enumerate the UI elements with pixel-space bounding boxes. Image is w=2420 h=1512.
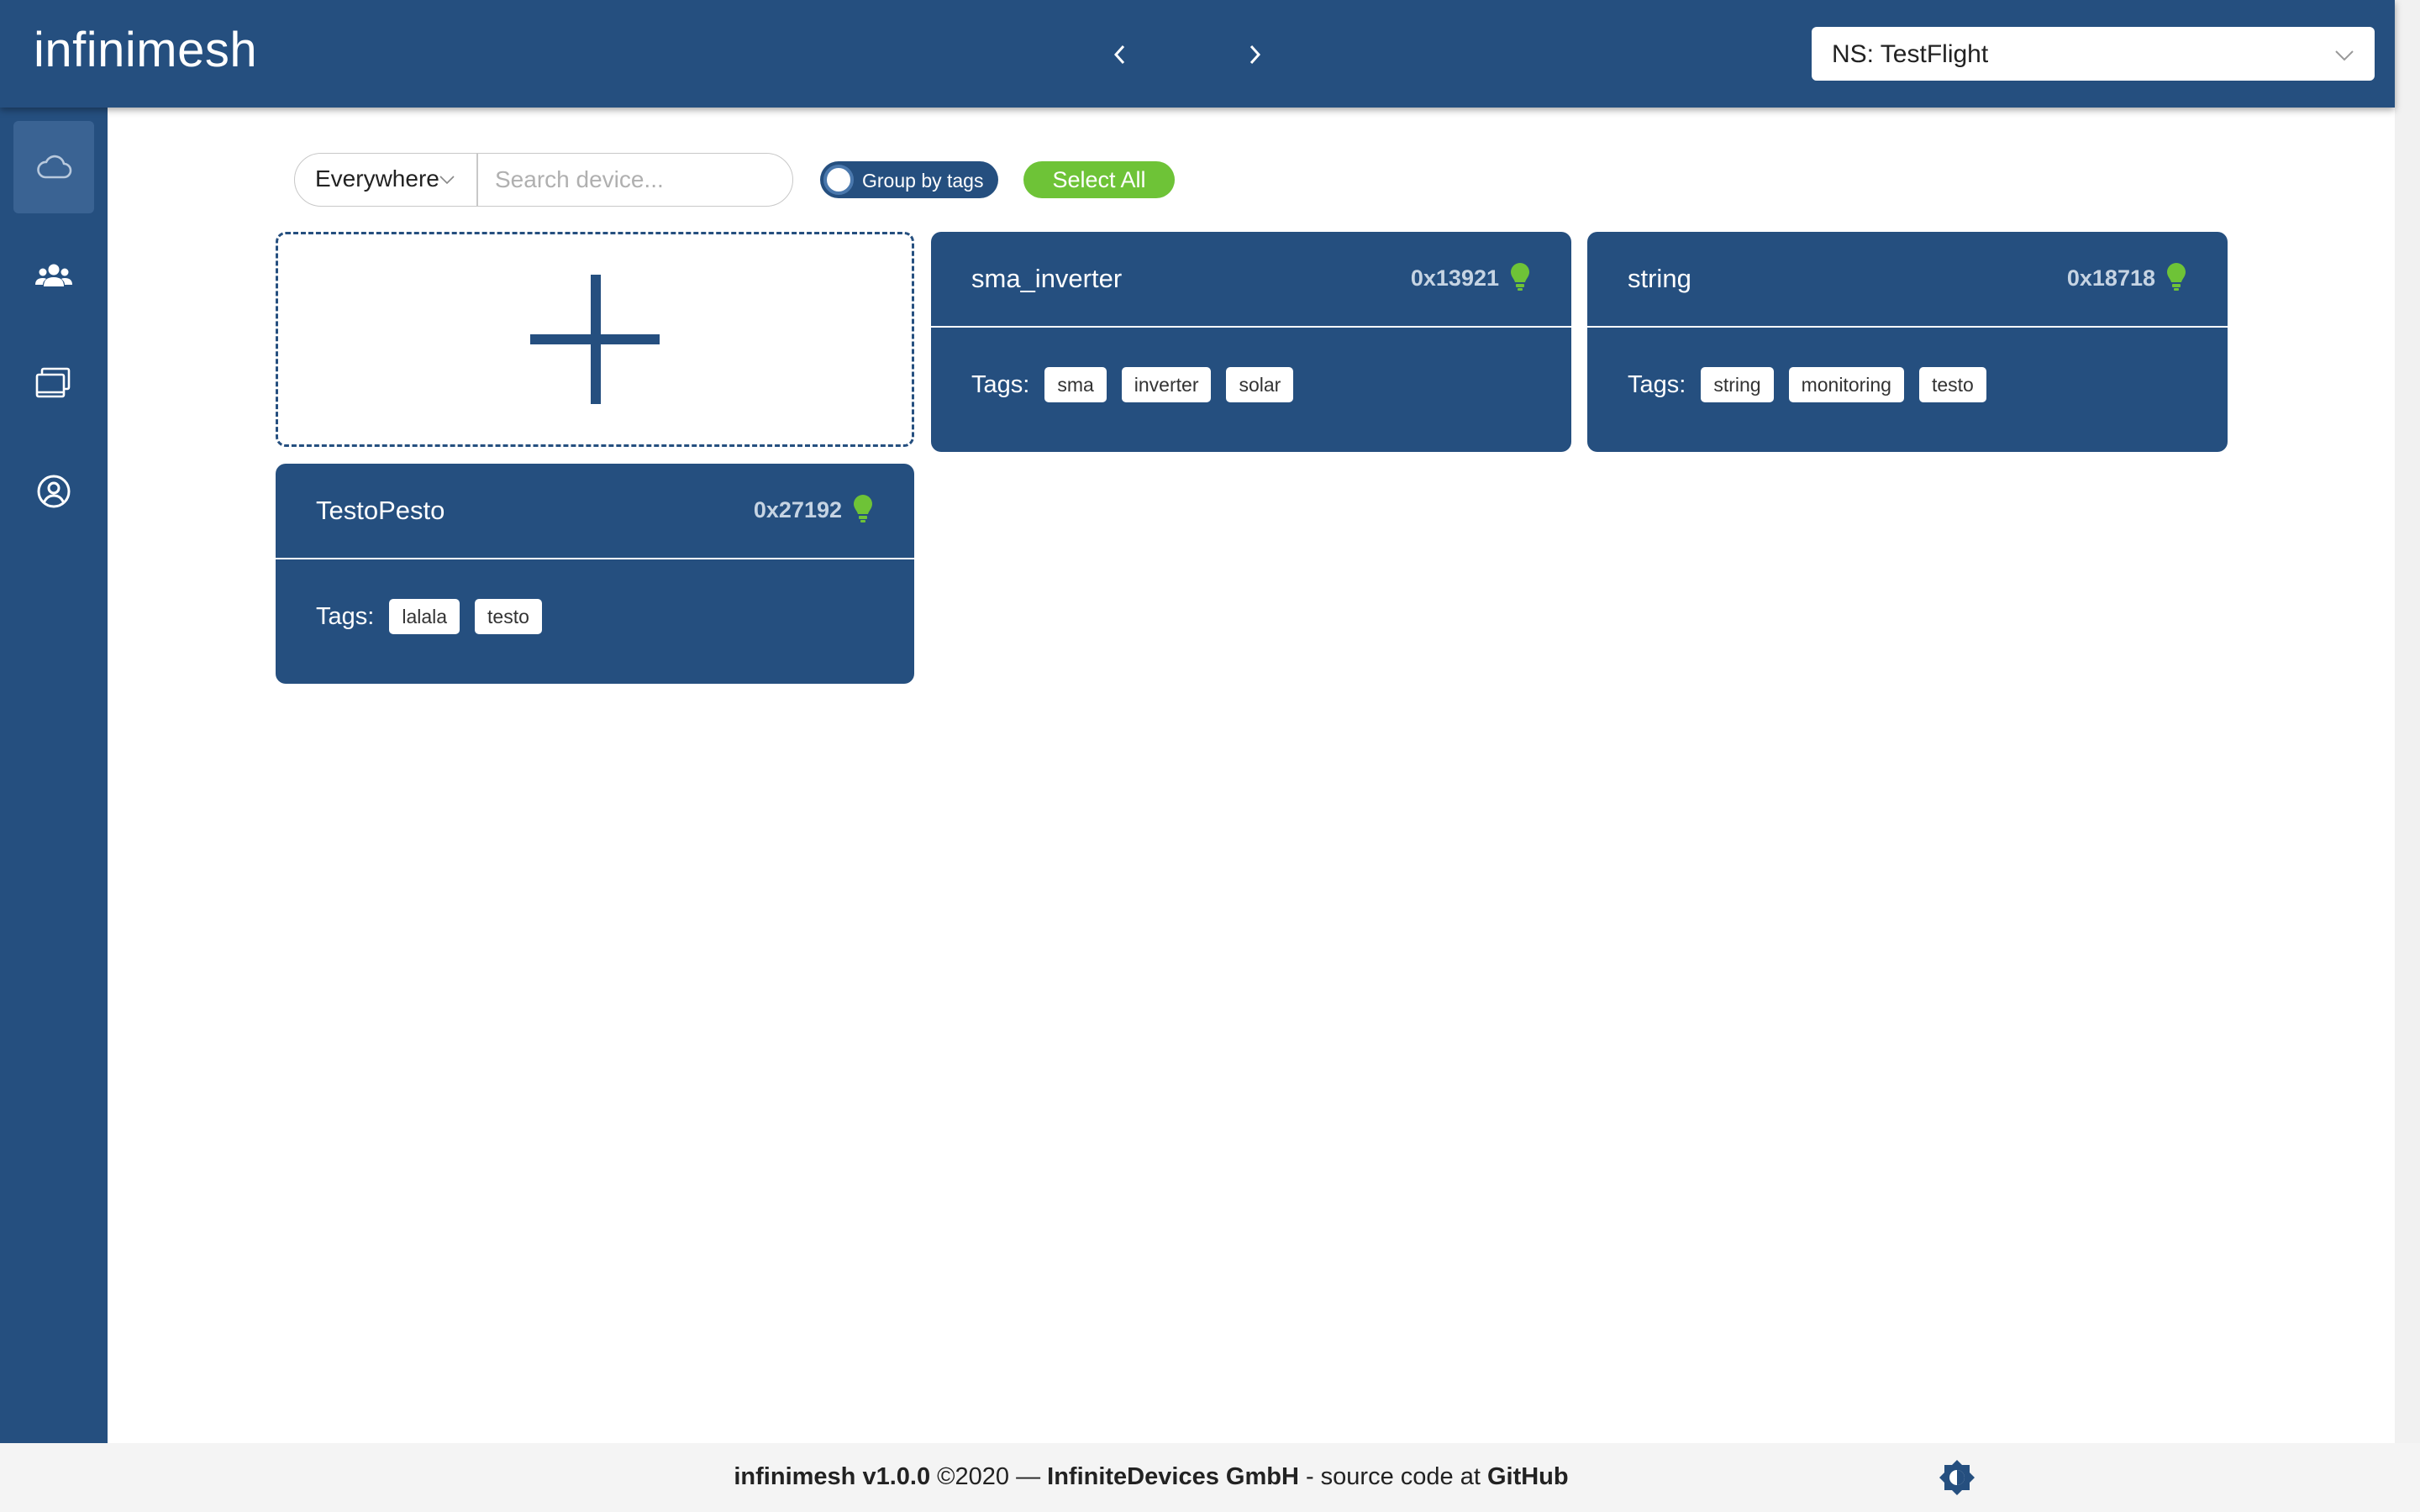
- app-logo[interactable]: infinimesh: [34, 22, 257, 78]
- app-header: infinimesh NS: TestFlight: [0, 0, 2395, 108]
- footer-product: infinimesh v1.0.0: [734, 1463, 931, 1490]
- tags-label: Tags:: [1628, 370, 1686, 398]
- nav-back-button[interactable]: [1099, 34, 1141, 76]
- device-id: 0x27192: [753, 497, 842, 522]
- plus-icon: [530, 275, 660, 404]
- add-device-card[interactable]: [276, 232, 914, 447]
- cloud-icon: [37, 155, 72, 179]
- footer-company: InfiniteDevices GmbH: [1047, 1463, 1299, 1490]
- sidebar: [0, 108, 108, 1443]
- chevron-left-icon: [1113, 45, 1125, 65]
- footer-github-link[interactable]: GitHub: [1487, 1463, 1569, 1490]
- namespace-select[interactable]: NS: TestFlight: [1812, 27, 2375, 81]
- device-tags: Tags: sma inverter solar: [971, 366, 1308, 403]
- sidebar-item-account[interactable]: [13, 445, 94, 538]
- tag-chip[interactable]: inverter: [1121, 367, 1212, 402]
- tag-chip[interactable]: testo: [475, 599, 542, 634]
- users-icon: [35, 264, 72, 286]
- footer-source-text: - source code at: [1298, 1463, 1487, 1490]
- select-all-button[interactable]: Select All: [1023, 161, 1175, 198]
- device-name: string: [1628, 264, 1691, 293]
- device-id: 0x13921: [1410, 265, 1499, 291]
- card-divider: [931, 326, 1571, 328]
- lightbulb-icon: [854, 495, 872, 522]
- tag-chip[interactable]: monitoring: [1788, 367, 1904, 402]
- device-tags: Tags: lalala testo: [316, 598, 557, 635]
- sidebar-item-accounts[interactable]: [13, 230, 94, 323]
- device-id: 0x18718: [2066, 265, 2155, 291]
- tag-chip[interactable]: lalala: [389, 599, 460, 634]
- device-card[interactable]: TestoPesto 0x27192 Tags: lalala testo: [276, 464, 914, 684]
- card-divider: [1587, 326, 2228, 328]
- search-bar: Everywhere: [294, 153, 793, 207]
- group-by-tags-label: Group by tags: [862, 170, 984, 192]
- search-input[interactable]: [478, 155, 781, 204]
- chevron-down-icon: [2335, 50, 2354, 61]
- scrollbar-track[interactable]: [2395, 0, 2420, 1443]
- footer-copyright: ©2020 —: [930, 1463, 1048, 1490]
- user-account-icon: [37, 475, 71, 508]
- device-card[interactable]: sma_inverter 0x13921 Tags: sma inverter …: [931, 232, 1571, 452]
- device-name: sma_inverter: [971, 264, 1123, 293]
- tag-chip[interactable]: testo: [1918, 367, 1986, 402]
- group-by-tags-toggle[interactable]: Group by tags: [820, 161, 998, 198]
- scope-select[interactable]: Everywhere: [315, 165, 439, 192]
- tag-chip[interactable]: solar: [1226, 367, 1294, 402]
- device-card[interactable]: string 0x18718 Tags: string monitoring t…: [1587, 232, 2228, 452]
- lightbulb-icon: [2167, 263, 2186, 291]
- card-divider: [276, 558, 914, 559]
- device-name: TestoPesto: [316, 496, 445, 525]
- sidebar-item-devices[interactable]: [13, 121, 94, 213]
- namespace-select-value: NS: TestFlight: [1832, 40, 1989, 68]
- lightbulb-icon: [1511, 263, 1529, 291]
- device-tags: Tags: string monitoring testo: [1628, 366, 2002, 403]
- toggle-knob: [823, 165, 854, 195]
- sidebar-item-namespaces[interactable]: [13, 338, 94, 430]
- folders-icon: [35, 367, 71, 398]
- tag-chip[interactable]: string: [1701, 367, 1774, 402]
- tag-chip[interactable]: sma: [1044, 367, 1107, 402]
- chevron-down-icon[interactable]: [438, 171, 456, 189]
- footer-text: infinimesh v1.0.0 ©2020 — InfiniteDevice…: [0, 1463, 2420, 1491]
- chevron-right-icon: [1249, 45, 1261, 65]
- tags-label: Tags:: [316, 602, 375, 630]
- theme-toggle-icon[interactable]: [1938, 1458, 1976, 1497]
- footer: infinimesh v1.0.0 ©2020 — InfiniteDevice…: [0, 1443, 2420, 1512]
- tags-label: Tags:: [971, 370, 1030, 398]
- nav-forward-button[interactable]: [1234, 34, 1276, 76]
